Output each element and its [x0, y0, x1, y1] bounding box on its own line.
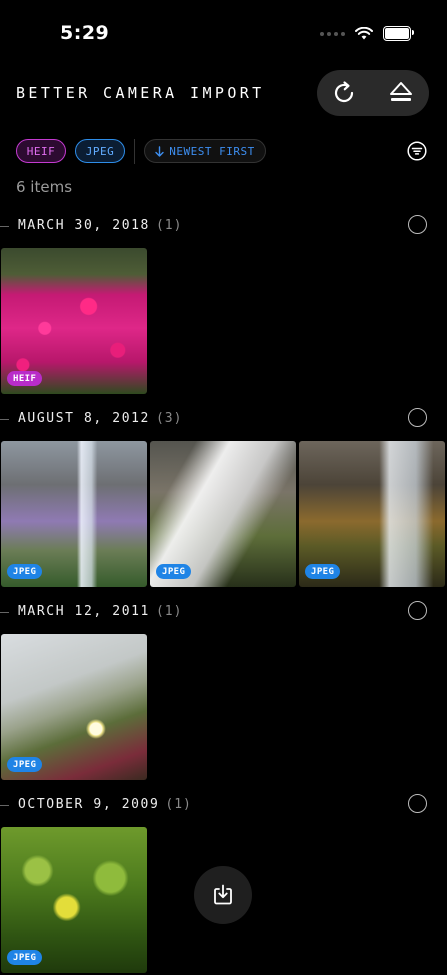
- filter-divider: [134, 139, 135, 164]
- filter-menu-icon[interactable]: [407, 141, 427, 161]
- refresh-icon: [334, 81, 354, 103]
- section-dash: [0, 805, 9, 806]
- item-count: 6 items: [16, 178, 73, 196]
- format-badge: JPEG: [305, 564, 341, 579]
- section-dash: [0, 419, 9, 420]
- import-button[interactable]: [194, 866, 252, 924]
- eject-icon: [390, 82, 412, 101]
- battery-icon: [383, 26, 414, 41]
- section-header: AUGUST 8, 2012 (3): [0, 405, 447, 435]
- select-section-toggle[interactable]: [408, 794, 427, 813]
- photo-thumbnail[interactable]: HEIF: [1, 248, 147, 394]
- section-dash: [0, 612, 9, 613]
- import-icon: [214, 884, 232, 905]
- section-header: OCTOBER 9, 2009 (1): [0, 791, 447, 821]
- section-dash: [0, 226, 9, 227]
- select-section-toggle[interactable]: [408, 215, 427, 234]
- format-badge: HEIF: [7, 371, 43, 386]
- photo-thumbnail[interactable]: JPEG: [1, 827, 147, 973]
- section-date: OCTOBER 9, 2009 (1): [18, 797, 192, 812]
- section-date: MARCH 30, 2018 (1): [18, 218, 183, 233]
- filter-jpeg-chip[interactable]: JPEG: [75, 139, 125, 163]
- photo-thumbnail[interactable]: JPEG: [150, 441, 296, 587]
- arrow-down-icon: [155, 145, 164, 157]
- format-badge: JPEG: [7, 564, 43, 579]
- filter-heif-chip[interactable]: HEIF: [16, 139, 66, 163]
- format-badge: JPEG: [7, 950, 43, 965]
- header-actions: [317, 70, 429, 116]
- refresh-button[interactable]: [325, 73, 365, 113]
- section-date: AUGUST 8, 2012 (3): [18, 411, 183, 426]
- eject-button[interactable]: [381, 73, 421, 113]
- select-section-toggle[interactable]: [408, 408, 427, 427]
- wifi-icon: [355, 27, 373, 40]
- format-badge: JPEG: [156, 564, 192, 579]
- photo-thumbnail[interactable]: JPEG: [1, 634, 147, 780]
- format-badge: JPEG: [7, 757, 43, 772]
- section-header: MARCH 12, 2011 (1): [0, 598, 447, 628]
- photo-thumbnail[interactable]: JPEG: [1, 441, 147, 587]
- sort-label: NEWEST FIRST: [169, 144, 255, 158]
- section-header: MARCH 30, 2018 (1): [0, 212, 447, 242]
- status-time: 5:29: [60, 22, 110, 44]
- app-title: BETTER CAMERA IMPORT: [16, 84, 265, 102]
- select-section-toggle[interactable]: [408, 601, 427, 620]
- status-icons: [320, 26, 414, 41]
- photo-thumbnail[interactable]: JPEG: [299, 441, 445, 587]
- sort-button[interactable]: NEWEST FIRST: [144, 139, 266, 163]
- signal-icon: [320, 31, 345, 36]
- section-date: MARCH 12, 2011 (1): [18, 604, 183, 619]
